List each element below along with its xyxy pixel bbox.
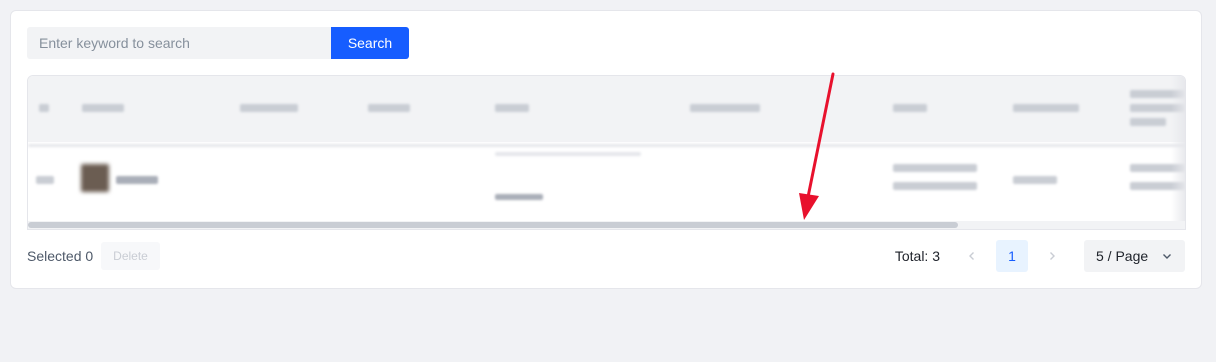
cell-redacted [495,152,641,156]
chevron-left-icon [969,252,974,260]
table-card: Search [10,10,1202,289]
page-size-select[interactable]: 5 / Page [1084,240,1185,272]
total-count: Total: 3 [894,248,940,264]
scroll-shadow [1171,76,1185,229]
search-button[interactable]: Search [331,27,409,59]
header-cell-redacted [368,104,410,112]
header-cell-redacted [495,104,529,112]
header-cell-redacted [893,104,927,112]
delete-button[interactable]: Delete [101,242,160,270]
cell-redacted [1013,176,1057,184]
search-input[interactable] [27,27,331,59]
chevron-down-icon [1163,254,1171,259]
table-header [28,76,1185,142]
header-checkbox-redacted[interactable] [39,104,49,112]
row-checkbox-redacted[interactable] [36,176,54,184]
header-cell-redacted [1013,104,1079,112]
avatar [81,164,109,192]
prev-page-button[interactable] [956,240,988,272]
chevron-right-icon [1050,252,1055,260]
data-table [27,75,1186,230]
next-page-button[interactable] [1036,240,1068,272]
cell-redacted [116,176,158,184]
header-cell-redacted [690,104,760,112]
table-row[interactable] [28,142,1185,219]
pagination: Total: 3 1 5 / Page [895,240,1185,272]
cell-redacted [893,164,977,172]
search-bar: Search [27,27,409,59]
cell-redacted [893,182,977,190]
scrollbar-thumb[interactable] [28,222,958,228]
row-divider [28,144,1185,147]
page-size-label: 5 / Page [1096,248,1149,264]
selection-bar: Selected 0 Delete [27,242,160,270]
selected-count: Selected 0 [27,248,94,264]
page-item-current[interactable]: 1 [996,240,1028,272]
header-cell-redacted [1130,118,1166,126]
header-cell-redacted [240,104,298,112]
horizontal-scrollbar[interactable] [28,221,1185,229]
cell-redacted [495,194,543,200]
header-cell-redacted [82,104,124,112]
